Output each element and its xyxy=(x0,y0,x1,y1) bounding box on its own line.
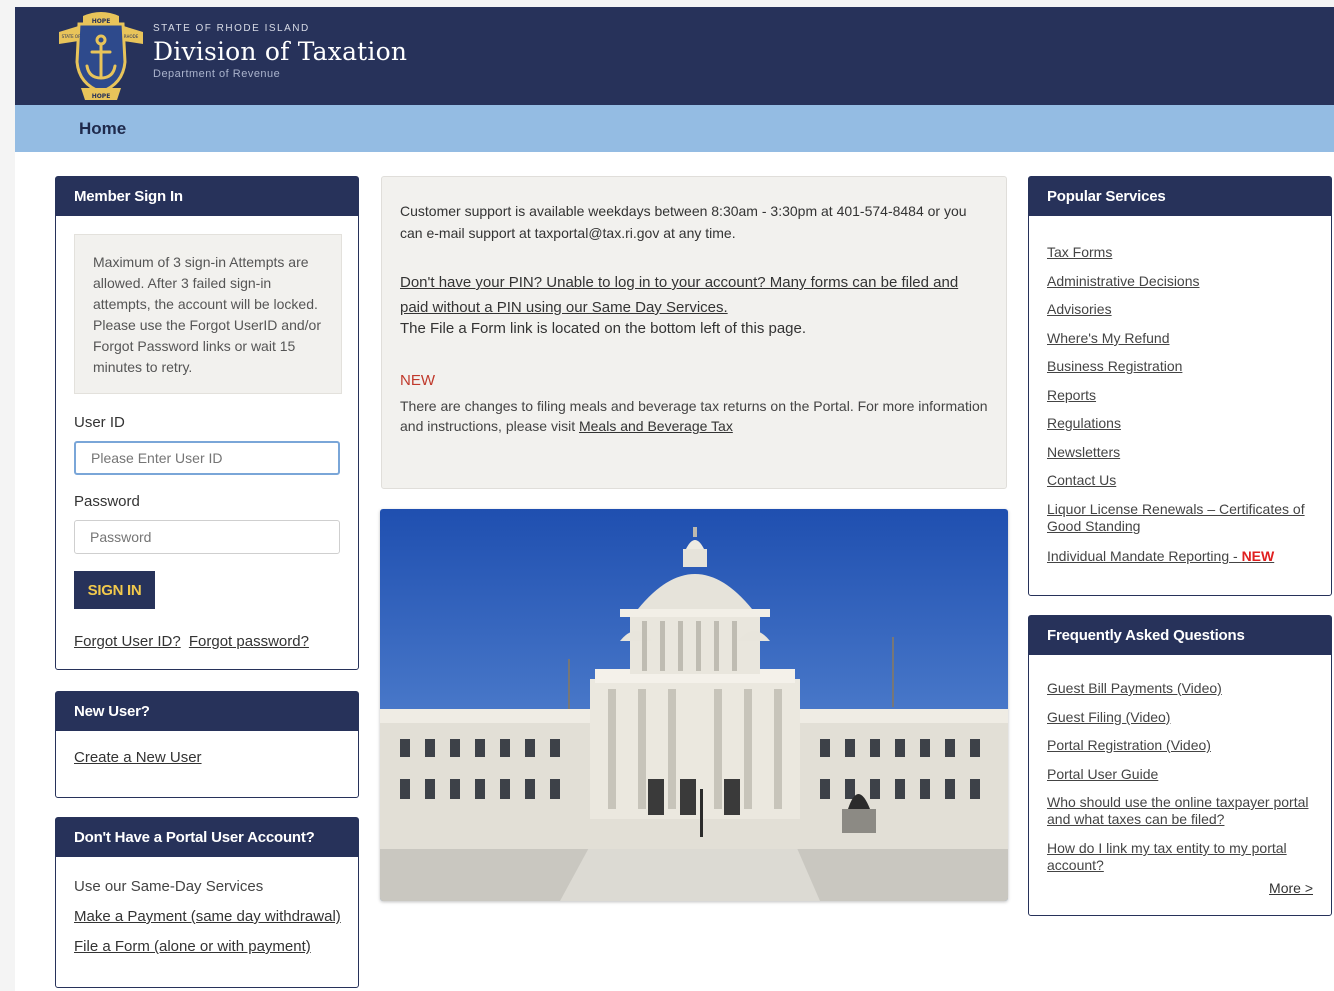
password-label: Password xyxy=(74,493,140,510)
forgot-password-link[interactable]: Forgot password? xyxy=(189,633,309,650)
popular-link-newsletters[interactable]: Newsletters xyxy=(1047,444,1317,461)
state-house-photo xyxy=(380,509,1008,901)
create-new-user-link[interactable]: Create a New User xyxy=(74,749,202,766)
site-header: HOPE HOPE STATE OF RHODE STATE OF RHODE … xyxy=(15,7,1334,105)
popular-link-regulations[interactable]: Regulations xyxy=(1047,415,1317,432)
same-day-text: Use our Same-Day Services xyxy=(74,878,264,895)
sign-in-button[interactable]: SIGN IN xyxy=(74,571,155,609)
site-title: Division of Taxation xyxy=(153,37,408,66)
password-input[interactable] xyxy=(74,520,340,554)
popular-services-panel: Popular Services Tax Forms Administrativ… xyxy=(1028,176,1332,596)
faq-link-portal-registration[interactable]: Portal Registration (Video) xyxy=(1047,737,1317,754)
seal-top-text: HOPE xyxy=(92,18,111,25)
nav-bar: Home xyxy=(15,105,1334,152)
popular-link-reports[interactable]: Reports xyxy=(1047,387,1317,404)
faq-link-guest-bill-payments[interactable]: Guest Bill Payments (Video) xyxy=(1047,680,1317,697)
popular-link-administrative-decisions[interactable]: Administrative Decisions xyxy=(1047,273,1317,290)
user-id-label: User ID xyxy=(74,414,125,431)
new-badge: NEW xyxy=(1241,548,1275,564)
popular-link-advisories[interactable]: Advisories xyxy=(1047,301,1317,318)
faq-link-who-should-use[interactable]: Who should use the online taxpayer porta… xyxy=(1047,794,1317,828)
make-payment-link[interactable]: Make a Payment (same day withdrawal) xyxy=(74,908,341,925)
popular-services-title: Popular Services xyxy=(1029,177,1331,216)
same-day-services-link[interactable]: Don't have your PIN? Unable to log in to… xyxy=(400,270,990,320)
popular-link-business-registration[interactable]: Business Registration xyxy=(1047,358,1317,375)
seal-bottom-text: HOPE xyxy=(92,93,111,100)
faq-title: Frequently Asked Questions xyxy=(1029,616,1331,655)
support-text: Customer support is available weekdays b… xyxy=(400,203,967,241)
faq-panel: Frequently Asked Questions Guest Bill Pa… xyxy=(1028,615,1332,916)
popular-link-wheres-my-refund[interactable]: Where's My Refund xyxy=(1047,330,1317,347)
popular-link-liquor-license[interactable]: Liquor License Renewals – Certificates o… xyxy=(1047,501,1317,535)
new-label: NEW xyxy=(400,372,435,389)
faq-link-guest-filing[interactable]: Guest Filing (Video) xyxy=(1047,709,1317,726)
file-form-link[interactable]: File a Form (alone or with payment) xyxy=(74,938,311,955)
sign-in-panel: Member Sign In Maximum of 3 sign-in Atte… xyxy=(55,176,359,670)
popular-link-tax-forms[interactable]: Tax Forms xyxy=(1047,244,1317,261)
user-id-input[interactable] xyxy=(74,441,340,475)
site-subtitle: Department of Revenue xyxy=(153,68,281,80)
popular-link-contact-us[interactable]: Contact Us xyxy=(1047,472,1317,489)
meals-beverage-link[interactable]: Meals and Beverage Tax xyxy=(579,418,733,434)
no-account-panel: Don't Have a Portal User Account? Use ou… xyxy=(55,817,359,988)
seal-right-text: RHODE xyxy=(124,34,139,39)
sign-in-title: Member Sign In xyxy=(56,177,358,216)
no-account-title: Don't Have a Portal User Account? xyxy=(56,818,358,857)
state-seal-logo: HOPE HOPE STATE OF RHODE xyxy=(59,12,143,100)
popular-link-individual-mandate[interactable]: Individual Mandate Reporting - NEW xyxy=(1047,548,1317,565)
faq-more-link[interactable]: More > xyxy=(1269,880,1313,896)
faq-link-link-tax-entity[interactable]: How do I link my tax entity to my portal… xyxy=(1047,840,1317,874)
page: HOPE HOPE STATE OF RHODE STATE OF RHODE … xyxy=(15,7,1334,991)
meals-notice: There are changes to filing meals and be… xyxy=(400,396,990,436)
faq-link-portal-user-guide[interactable]: Portal User Guide xyxy=(1047,766,1317,783)
nav-home-link[interactable]: Home xyxy=(79,119,126,139)
forgot-user-id-link[interactable]: Forgot User ID? xyxy=(74,633,181,650)
sign-in-warning: Maximum of 3 sign-in Attempts are allowe… xyxy=(74,234,342,394)
seal-left-text: STATE OF xyxy=(62,34,81,39)
new-user-title: New User? xyxy=(56,692,358,731)
individual-mandate-label: Individual Mandate Reporting - xyxy=(1047,548,1242,564)
info-box: Customer support is available weekdays b… xyxy=(381,176,1007,489)
state-name: STATE OF RHODE ISLAND xyxy=(153,23,310,34)
new-user-panel: New User? Create a New User xyxy=(55,691,359,798)
file-form-note: The File a Form link is located on the b… xyxy=(400,320,807,337)
